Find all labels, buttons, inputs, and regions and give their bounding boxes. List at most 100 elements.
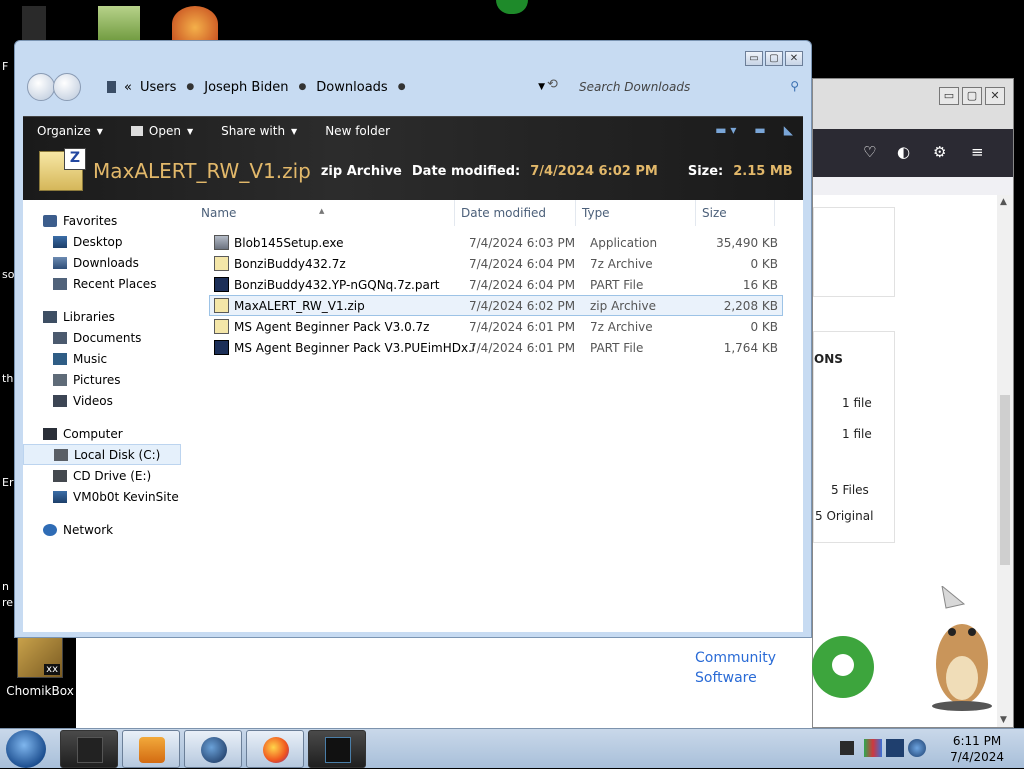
- tree-videos[interactable]: Videos: [23, 390, 195, 411]
- show-hidden-icons-icon[interactable]: [840, 741, 854, 755]
- clock[interactable]: 6:11 PM 7/4/2024: [950, 733, 1004, 765]
- extensions-icon[interactable]: ⚙: [933, 143, 946, 161]
- file-row[interactable]: MS Agent Beginner Pack V3.PUEimHDx.0... …: [209, 337, 783, 358]
- minimize-button[interactable]: ▭: [745, 51, 763, 66]
- scroll-down-arrow-icon[interactable]: ▼: [1000, 715, 1007, 725]
- volume-icon[interactable]: [908, 739, 926, 757]
- column-size[interactable]: Size: [696, 200, 775, 226]
- search-icon[interactable]: ⚲: [790, 79, 799, 93]
- explorer-content-pane: Favorites Desktop Downloads Recent Place…: [23, 200, 803, 632]
- scroll-thumb[interactable]: [1000, 395, 1010, 565]
- column-name[interactable]: Name ▲: [195, 200, 455, 226]
- network-status-icon[interactable]: [886, 739, 904, 757]
- scroll-up-arrow-icon[interactable]: ▲: [1000, 197, 1007, 207]
- open-button[interactable]: Open ▼: [117, 124, 207, 138]
- file-type: 7z Archive: [590, 319, 653, 334]
- tree-local-disk[interactable]: Local Disk (C:): [23, 444, 181, 465]
- share-with-button[interactable]: Share with ▼: [207, 124, 311, 138]
- file-row[interactable]: MS Agent Beginner Pack V3.0.7z 7/4/2024 …: [209, 316, 783, 337]
- clock-time: 6:11 PM: [952, 734, 1002, 748]
- breadcrumb-separator-icon[interactable]: ●: [298, 82, 306, 92]
- views-icon[interactable]: ▬ ▾: [715, 123, 736, 137]
- pocket-icon[interactable]: ♡: [863, 143, 876, 161]
- details-size-label: Size:: [687, 163, 724, 179]
- tree-downloads[interactable]: Downloads: [23, 252, 195, 273]
- tree-label: Computer: [63, 426, 123, 441]
- desktop-icon-partial[interactable]: [98, 6, 140, 42]
- tree-desktop[interactable]: Desktop: [23, 231, 195, 252]
- tree-documents[interactable]: Documents: [23, 327, 195, 348]
- breadcrumb-downloads[interactable]: Downloads: [316, 80, 387, 95]
- taskbar-explorer[interactable]: [60, 730, 118, 768]
- preview-pane-icon[interactable]: ▬: [754, 123, 765, 137]
- file-name: Blob145Setup.exe: [234, 235, 344, 250]
- tree-libraries[interactable]: Libraries: [23, 306, 195, 327]
- firefox-icon: [263, 737, 289, 763]
- tree-network[interactable]: Network: [23, 519, 195, 540]
- start-button[interactable]: [6, 730, 46, 768]
- file-type: PART File: [590, 340, 644, 355]
- browser-toolbar: ♡ ◐ ⚙ ≡: [813, 129, 1013, 177]
- taskbar-globe-app[interactable]: [184, 730, 242, 768]
- close-button[interactable]: ✕: [985, 87, 1005, 105]
- command-bar: Organize ▼ Open ▼ Share with ▼ New folder ▬…: [23, 117, 803, 145]
- desktop-label-fragment: so: [2, 268, 15, 281]
- details-date-label: Date modified:: [411, 163, 521, 179]
- taskbar-terminal[interactable]: [308, 730, 366, 768]
- vpn-icon[interactable]: ◐: [897, 143, 910, 161]
- explorer-window[interactable]: ▭ ▢ ✕ « Users ● Joseph Biden ● Downloads…: [14, 40, 812, 638]
- help-icon[interactable]: ◣: [784, 123, 793, 137]
- 7z-archive-icon: [214, 256, 229, 271]
- tree-favorites[interactable]: Favorites: [23, 210, 195, 231]
- file-row[interactable]: BonziBuddy432.YP-nGQNq.7z.part 7/4/2024 …: [209, 274, 783, 295]
- taskbar-media-player[interactable]: [122, 730, 180, 768]
- maximize-button[interactable]: ▢: [962, 87, 982, 105]
- open-label: Open: [148, 124, 181, 138]
- address-bar[interactable]: « Users ● Joseph Biden ● Downloads ● ▼: [101, 75, 557, 99]
- tree-computer[interactable]: Computer: [23, 423, 195, 444]
- file-row[interactable]: Blob145Setup.exe 7/4/2024 6:03 PM Applic…: [209, 232, 783, 253]
- breadcrumb-separator-icon[interactable]: ●: [186, 82, 194, 92]
- maximize-button[interactable]: ▢: [765, 51, 783, 66]
- hamster-agent-icon[interactable]: [924, 586, 994, 712]
- desktop-icon-partial[interactable]: [172, 6, 218, 42]
- forward-button[interactable]: [53, 73, 81, 101]
- system-tray: 6:11 PM 7/4/2024: [834, 729, 1024, 769]
- community-software-link[interactable]: Community Software: [695, 648, 776, 688]
- file-date: 7/4/2024 6:03 PM: [469, 235, 576, 250]
- taskbar-firefox[interactable]: [246, 730, 304, 768]
- browser-titlebar[interactable]: ▭ ▢ ✕: [813, 79, 1013, 129]
- tree-cd-drive[interactable]: CD Drive (E:): [23, 465, 195, 486]
- file-size: 16 KB: [742, 277, 778, 292]
- organize-button[interactable]: Organize ▼: [23, 124, 117, 138]
- breadcrumb-joseph-biden[interactable]: Joseph Biden: [204, 80, 288, 95]
- file-rows: Blob145Setup.exe 7/4/2024 6:03 PM Applic…: [209, 232, 783, 358]
- browser-scrollbar[interactable]: ▲ ▼: [997, 195, 1013, 727]
- menu-icon[interactable]: ≡: [971, 143, 984, 161]
- desktop-icon-partial[interactable]: [22, 6, 46, 42]
- search-input[interactable]: Search Downloads ⚲: [571, 75, 803, 99]
- tree-pictures[interactable]: Pictures: [23, 369, 195, 390]
- column-headers: Name ▲ Date modified Type Size: [195, 200, 775, 226]
- chomikbox-desktop-icon[interactable]: xx ChomikBox: [4, 636, 76, 698]
- details-pane: MaxALERT_RW_V1.zip zip Archive Date modi…: [39, 148, 793, 193]
- new-folder-button[interactable]: New folder: [311, 124, 404, 138]
- tree-vm-share[interactable]: VM0b0t KevinSite: [23, 486, 195, 507]
- tray-app-icon[interactable]: [864, 739, 882, 757]
- refresh-icon[interactable]: ⟲: [547, 77, 558, 92]
- close-button[interactable]: ✕: [785, 51, 803, 66]
- breadcrumb-users[interactable]: Users: [140, 80, 176, 95]
- breadcrumb-overflow-icon[interactable]: «: [124, 80, 132, 95]
- minimize-button[interactable]: ▭: [939, 87, 959, 105]
- tree-recent-places[interactable]: Recent Places: [23, 273, 195, 294]
- address-dropdown-icon[interactable]: ▼: [538, 82, 545, 92]
- tree-music[interactable]: Music: [23, 348, 195, 369]
- file-row[interactable]: BonziBuddy432.7z 7/4/2024 6:04 PM 7z Arc…: [209, 253, 783, 274]
- breadcrumb-separator-icon[interactable]: ●: [398, 82, 406, 92]
- column-date-modified[interactable]: Date modified: [455, 200, 576, 226]
- file-row-selected[interactable]: MaxALERT_RW_V1.zip 7/4/2024 6:02 PM zip …: [209, 295, 783, 316]
- column-type[interactable]: Type: [576, 200, 696, 226]
- explorer-icon: [77, 737, 103, 763]
- back-button[interactable]: [27, 73, 55, 101]
- file-date: 7/4/2024 6:02 PM: [469, 298, 576, 313]
